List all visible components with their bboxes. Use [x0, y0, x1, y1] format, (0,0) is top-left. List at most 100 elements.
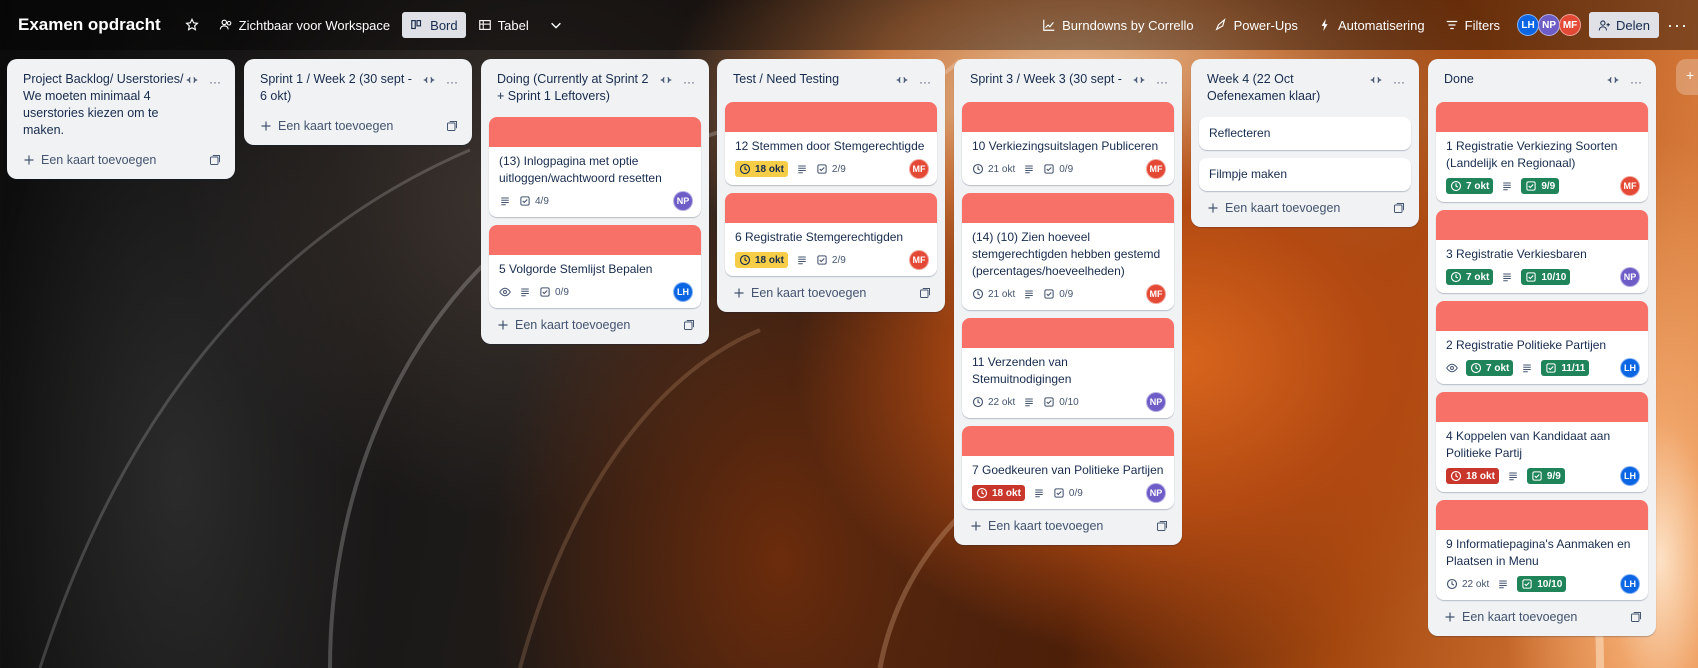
- star-button[interactable]: [177, 12, 207, 38]
- create-from-template-icon[interactable]: [1393, 202, 1405, 214]
- add-card-button[interactable]: Een kaart toevoegen: [489, 308, 701, 336]
- card-member-avatar[interactable]: MF: [1620, 176, 1640, 196]
- list-title[interactable]: Project Backlog/ Userstories/ We moeten …: [23, 71, 185, 139]
- filters-button[interactable]: Filters: [1437, 12, 1508, 38]
- create-from-template-icon[interactable]: [209, 154, 221, 166]
- card-member-avatar[interactable]: NP: [1146, 483, 1166, 503]
- card[interactable]: 2 Registratie Politieke Partijen 7 okt 1…: [1436, 301, 1648, 384]
- card-member-avatar[interactable]: LH: [673, 282, 693, 302]
- visibility-button[interactable]: Zichtbaar voor Workspace: [211, 12, 399, 38]
- list[interactable]: Sprint 3 / Week 3 (30 sept - ··· 10 Verk…: [954, 59, 1182, 545]
- list-title[interactable]: Doing (Currently at Sprint 2 + Sprint 1 …: [497, 71, 659, 105]
- due-date-badge[interactable]: 18 okt: [735, 252, 788, 268]
- list-menu-button[interactable]: ···: [446, 75, 458, 89]
- due-date-badge[interactable]: 18 okt: [735, 161, 788, 177]
- add-card-button[interactable]: Een kaart toevoegen: [1199, 191, 1411, 219]
- card[interactable]: 4 Koppelen van Kandidaat aan Politieke P…: [1436, 392, 1648, 492]
- card-member-avatar[interactable]: NP: [1146, 392, 1166, 412]
- collapse-list-icon[interactable]: [1369, 73, 1383, 90]
- collapse-list-icon[interactable]: [422, 73, 436, 90]
- due-date-badge[interactable]: 7 okt: [1446, 269, 1494, 285]
- views-dropdown-button[interactable]: [541, 12, 571, 38]
- list-title[interactable]: Week 4 (22 Oct Oefenexamen klaar): [1207, 71, 1369, 105]
- card-member-avatar[interactable]: MF: [1146, 159, 1166, 179]
- card[interactable]: (14) (10) Zien hoeveel stemgerechtigden …: [962, 193, 1174, 310]
- create-from-template-icon[interactable]: [1156, 520, 1168, 532]
- collapse-list-icon[interactable]: [659, 73, 673, 90]
- create-from-template-icon[interactable]: [919, 287, 931, 299]
- card-member-avatar[interactable]: MF: [909, 250, 929, 270]
- card-member-avatar[interactable]: NP: [673, 191, 693, 211]
- card[interactable]: 11 Verzenden van Stemuitnodigingen 22 ok…: [962, 318, 1174, 418]
- due-date-badge[interactable]: 7 okt: [1466, 360, 1514, 376]
- add-card-button[interactable]: Een kaart toevoegen: [15, 143, 227, 171]
- create-from-template-icon[interactable]: [683, 319, 695, 331]
- powerups-button[interactable]: Power-Ups: [1206, 12, 1306, 38]
- list[interactable]: Test / Need Testing ··· 12 Stemmen door …: [717, 59, 945, 312]
- card-member-avatar[interactable]: MF: [1146, 284, 1166, 304]
- card-member-avatar[interactable]: MF: [909, 159, 929, 179]
- card-member-avatar[interactable]: LH: [1620, 574, 1640, 594]
- due-date-badge[interactable]: 18 okt: [1446, 468, 1499, 484]
- create-from-template-icon[interactable]: [446, 120, 458, 132]
- list-title[interactable]: Done: [1444, 71, 1606, 88]
- list-menu-button[interactable]: ···: [919, 75, 931, 89]
- card[interactable]: 10 Verkiezingsuitslagen Publiceren 21 ok…: [962, 102, 1174, 185]
- member-avatar[interactable]: LH: [1517, 14, 1540, 36]
- add-card-button[interactable]: Een kaart toevoegen: [962, 509, 1174, 537]
- add-card-button[interactable]: Een kaart toevoegen: [1436, 600, 1648, 628]
- automation-button[interactable]: Automatisering: [1310, 12, 1433, 38]
- member-avatar[interactable]: NP: [1538, 14, 1561, 36]
- create-from-template-icon[interactable]: [1630, 611, 1642, 623]
- checklist-icon: [1521, 578, 1533, 590]
- list[interactable]: Sprint 1 / Week 2 (30 sept - 6 okt) ··· …: [244, 59, 472, 145]
- view-board-button[interactable]: Bord: [402, 12, 466, 38]
- list-menu-button[interactable]: ···: [1393, 75, 1405, 89]
- list-title[interactable]: Sprint 1 / Week 2 (30 sept - 6 okt): [260, 71, 422, 105]
- card[interactable]: 1 Registratie Verkiezing Soorten (Landel…: [1436, 102, 1648, 202]
- list-header: Test / Need Testing ···: [725, 67, 937, 94]
- card[interactable]: (13) Inlogpagina met optie uitloggen/wac…: [489, 117, 701, 217]
- add-card-button[interactable]: Een kaart toevoegen: [725, 276, 937, 304]
- board-title[interactable]: Examen opdracht: [18, 15, 161, 35]
- due-date-badge[interactable]: 21 okt: [972, 163, 1015, 175]
- collapse-list-icon[interactable]: [1606, 73, 1620, 90]
- card[interactable]: 6 Registratie Stemgerechtigden 18 okt 2/…: [725, 193, 937, 276]
- list[interactable]: Project Backlog/ Userstories/ We moeten …: [7, 59, 235, 179]
- list[interactable]: Doing (Currently at Sprint 2 + Sprint 1 …: [481, 59, 709, 344]
- view-table-button[interactable]: Tabel: [470, 12, 537, 38]
- card[interactable]: 12 Stemmen door Stemgerechtigde 18 okt 2…: [725, 102, 937, 185]
- member-avatar[interactable]: MF: [1559, 14, 1582, 36]
- collapse-list-icon[interactable]: [895, 73, 909, 90]
- card-member-avatar[interactable]: LH: [1620, 358, 1640, 378]
- due-date-badge[interactable]: 21 okt: [972, 288, 1015, 300]
- due-date-badge[interactable]: 18 okt: [972, 485, 1025, 501]
- add-list-button[interactable]: +: [1676, 59, 1698, 95]
- card-member-avatar[interactable]: NP: [1620, 267, 1640, 287]
- due-date-badge[interactable]: 22 okt: [972, 396, 1015, 408]
- list[interactable]: Done ··· 1 Registratie Verkiezing Soorte…: [1428, 59, 1656, 636]
- list-title[interactable]: Sprint 3 / Week 3 (30 sept -: [970, 71, 1132, 88]
- list[interactable]: Week 4 (22 Oct Oefenexamen klaar) ··· Re…: [1191, 59, 1419, 227]
- add-card-button[interactable]: Een kaart toevoegen: [252, 109, 464, 137]
- card[interactable]: Reflecteren: [1199, 117, 1411, 150]
- card[interactable]: 7 Goedkeuren van Politieke Partijen 18 o…: [962, 426, 1174, 509]
- list-title[interactable]: Test / Need Testing: [733, 71, 895, 88]
- due-date-badge[interactable]: 7 okt: [1446, 178, 1494, 194]
- due-date-badge[interactable]: 22 okt: [1446, 578, 1489, 590]
- collapse-list-icon[interactable]: [1132, 73, 1146, 90]
- collapse-list-icon[interactable]: [185, 73, 199, 90]
- card-member-avatar[interactable]: LH: [1620, 466, 1640, 486]
- card[interactable]: 9 Informatiepagina's Aanmaken en Plaatse…: [1436, 500, 1648, 600]
- card[interactable]: 5 Volgorde Stemlijst Bepalen 0/9 LH: [489, 225, 701, 308]
- list-menu-button[interactable]: ···: [1156, 75, 1168, 89]
- card[interactable]: 3 Registratie Verkiesbaren 7 okt 10/10 NP: [1436, 210, 1648, 293]
- burndown-button[interactable]: Burndowns by Corrello: [1034, 12, 1202, 38]
- list-menu-button[interactable]: ···: [1630, 75, 1642, 89]
- card[interactable]: Filmpje maken: [1199, 158, 1411, 191]
- checklist-badge: 10/10: [1521, 269, 1571, 285]
- list-menu-button[interactable]: ···: [209, 75, 221, 89]
- share-button[interactable]: Delen: [1589, 12, 1660, 38]
- board-menu-button[interactable]: ···: [1667, 15, 1688, 36]
- list-menu-button[interactable]: ···: [683, 75, 695, 89]
